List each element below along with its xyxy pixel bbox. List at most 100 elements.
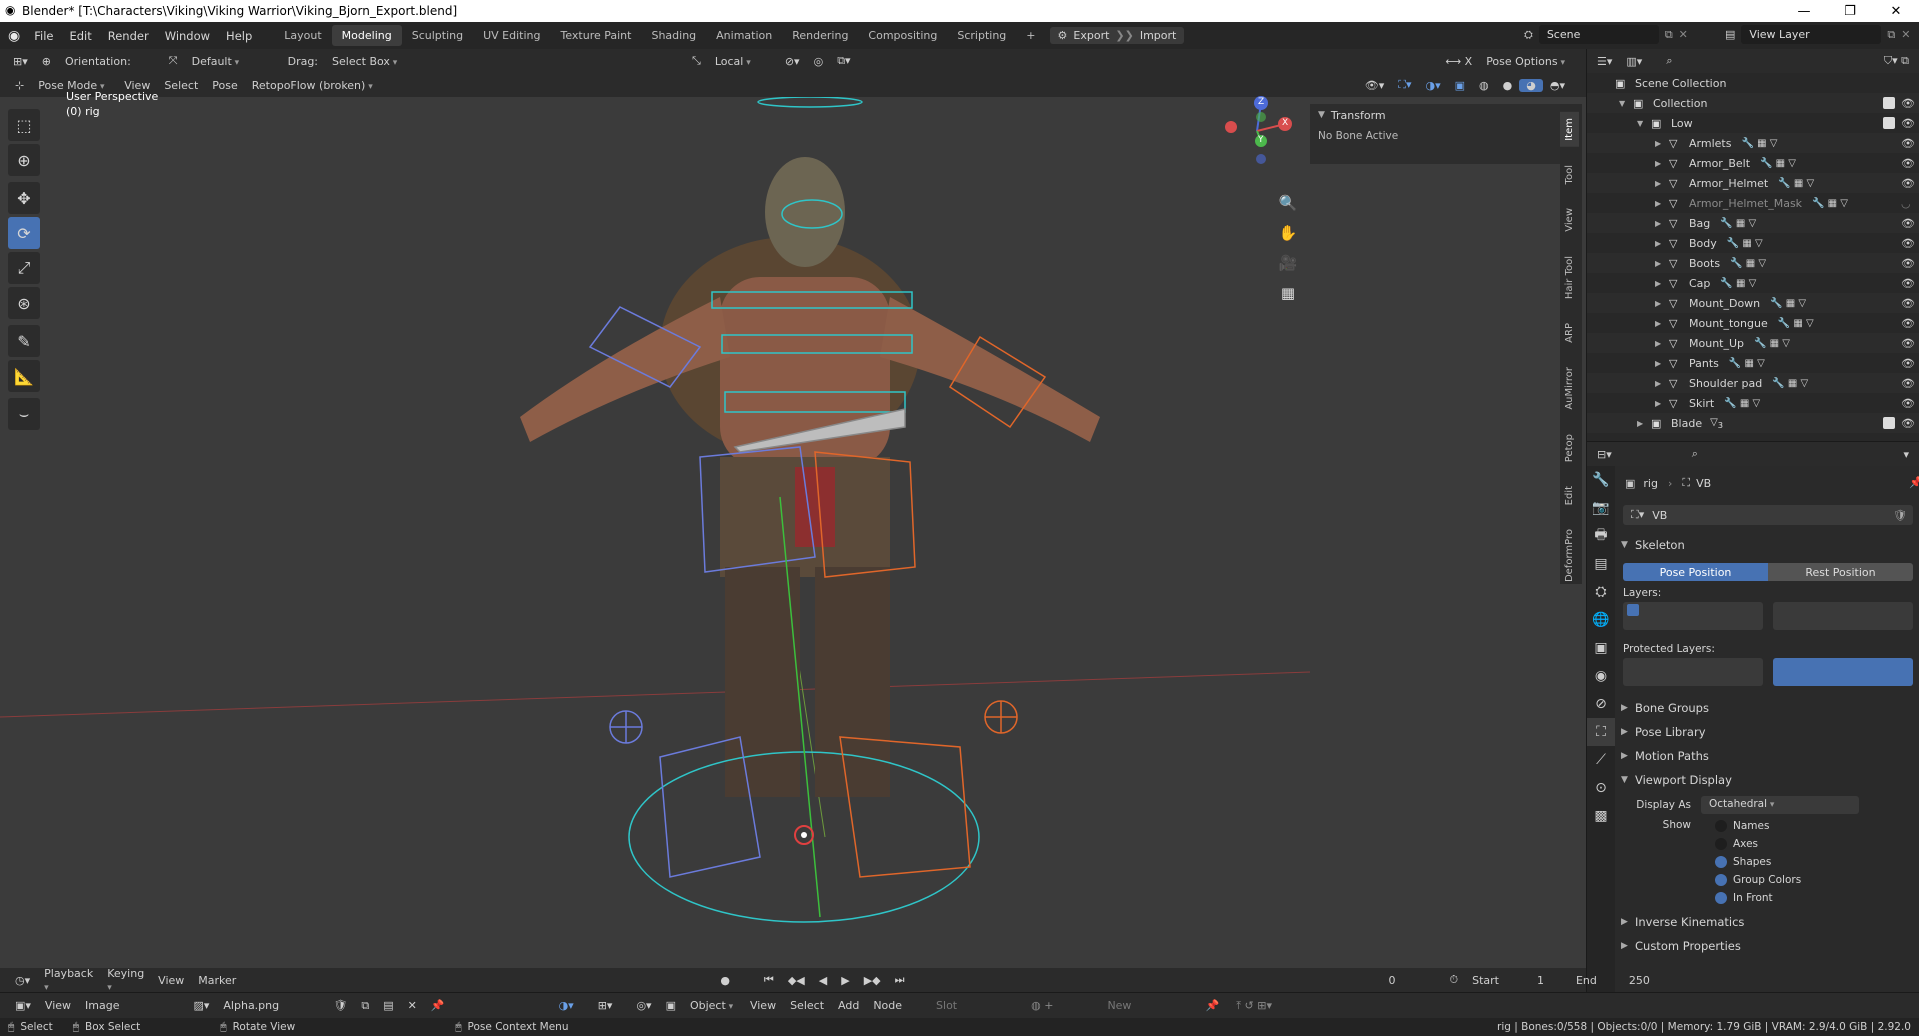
menu-help[interactable]: Help <box>218 29 260 43</box>
tab-compositing[interactable]: Compositing <box>858 25 947 46</box>
expand-arrow-icon[interactable]: ▶ <box>1655 359 1669 368</box>
shader-object-dropdown[interactable]: Object <box>683 999 743 1012</box>
mirror-icon[interactable]: ⟷ X <box>1438 55 1479 68</box>
shader-type-icon[interactable]: ◎▾ <box>629 999 658 1012</box>
expand-arrow-icon[interactable]: ▶ <box>1655 319 1669 328</box>
transform-panel-title[interactable]: Transform <box>1331 109 1386 122</box>
visibility-eye-icon[interactable]: 👁 <box>1901 217 1915 230</box>
pose-options-dropdown[interactable]: Pose Options <box>1479 55 1572 68</box>
object-tab-icon[interactable]: ▣ <box>1587 634 1615 662</box>
show-option-axes[interactable]: Axes <box>1715 835 1905 853</box>
outliner-object-mount-tongue[interactable]: ▶ ▽ Mount_tongue 🔧 ▦ ▽ 👁 <box>1587 313 1919 333</box>
expand-arrow-icon[interactable]: ▶ <box>1655 379 1669 388</box>
world-tab-icon[interactable]: 🌐 <box>1587 606 1615 634</box>
scene-tab-icon[interactable]: ⛭ <box>1587 578 1615 606</box>
overlay-toggle-icon[interactable]: ◑▾ <box>1419 79 1448 92</box>
outliner-scene-collection[interactable]: ▣ Scene Collection <box>1587 73 1919 93</box>
expand-arrow-icon[interactable]: ▶ <box>1655 259 1669 268</box>
rest-position-button[interactable]: Rest Position <box>1768 563 1913 581</box>
layer-bit-active[interactable] <box>1627 604 1639 616</box>
checkbox[interactable] <box>1715 874 1727 886</box>
tab-rendering[interactable]: Rendering <box>782 25 858 46</box>
falloff-icon[interactable]: ⧉▾ <box>830 54 857 68</box>
fake-user-image-icon[interactable]: 🛡 <box>326 999 354 1012</box>
outliner-object-body[interactable]: ▶ ▽ Body 🔧 ▦ ▽ 👁 <box>1587 233 1919 253</box>
pose-position-button[interactable]: Pose Position <box>1623 563 1768 581</box>
armature-data-tab-icon[interactable]: ⛶ <box>1587 718 1615 746</box>
modifier-icons[interactable]: 🔧 ▦ ▽ <box>1778 178 1814 189</box>
display-mode-icon[interactable]: ▥▾ <box>1626 55 1642 68</box>
play-icon[interactable]: ▶ <box>834 974 856 987</box>
rendered-shading-icon[interactable]: ◓▾ <box>1543 79 1572 92</box>
menu-playback[interactable]: Playback <box>37 967 100 993</box>
expand-arrow-icon[interactable]: ▶ <box>1655 339 1669 348</box>
menu-retopoflow[interactable]: RetopoFlow (broken) <box>245 79 380 92</box>
bone-tab-icon[interactable]: ⟋ <box>1587 746 1615 774</box>
orientation-dropdown[interactable]: Default <box>185 55 275 68</box>
expand-arrow-icon[interactable]: ▶ <box>1655 299 1669 308</box>
modifier-icons[interactable]: 🔧 ▦ ▽ <box>1720 218 1756 229</box>
viewport-display-section[interactable]: ▼ Viewport Display <box>1621 768 1913 792</box>
jump-end-icon[interactable]: ⏭ <box>888 973 912 987</box>
add-workspace-icon[interactable]: + <box>1016 25 1045 46</box>
expand-arrow-icon[interactable]: ▼ <box>1619 99 1633 108</box>
show-option-names[interactable]: Names <box>1715 817 1905 835</box>
import-button[interactable]: Import <box>1140 29 1177 42</box>
modifier-icons[interactable]: 🔧 ▦ ▽ <box>1741 138 1777 149</box>
view-layer-selector[interactable]: View Layer <box>1741 25 1882 44</box>
tab-aumirror[interactable]: AuMirror <box>1560 361 1579 416</box>
outliner-object-boots[interactable]: ▶ ▽ Boots 🔧 ▦ ▽ 👁 <box>1587 253 1919 273</box>
remove-scene-icon[interactable]: ✕ <box>1679 28 1688 41</box>
timeline-editor-icon[interactable]: ◷▾ <box>8 974 37 987</box>
modifier-icons[interactable]: 🔧 ▦ ▽ <box>1729 358 1765 369</box>
tab-item[interactable]: Item <box>1560 112 1579 147</box>
expand-arrow-icon[interactable]: ▶ <box>1655 399 1669 408</box>
navigation-gizmo[interactable]: Z X Y <box>1215 91 1295 171</box>
constraints-tab-icon[interactable]: ⊘ <box>1587 690 1615 718</box>
texture-tab-icon[interactable]: ▩ <box>1587 802 1615 830</box>
inverse-kinematics-section[interactable]: ▶ Inverse Kinematics <box>1621 910 1913 934</box>
image-name-field[interactable]: Alpha.png <box>216 999 326 1012</box>
prev-keyframe-icon[interactable]: ◆◀ <box>781 974 812 987</box>
render-tab-icon[interactable]: 📷 <box>1587 494 1615 522</box>
tab-layout[interactable]: Layout <box>274 25 331 46</box>
menu-render[interactable]: Render <box>100 29 157 43</box>
modifier-icons[interactable]: 🔧 ▦ ▽ <box>1754 338 1790 349</box>
pose-library-section[interactable]: ▶ Pose Library <box>1621 720 1913 744</box>
visibility-eye-icon[interactable]: 👁 <box>1901 177 1915 190</box>
tab-animation[interactable]: Animation <box>706 25 782 46</box>
menu-node-select[interactable]: Select <box>783 999 831 1012</box>
visibility-eye-icon[interactable]: 👁 <box>1901 397 1915 410</box>
outliner-object-armor-helmet[interactable]: ▶ ▽ Armor_Helmet 🔧 ▦ ▽ 👁 <box>1587 173 1919 193</box>
material-shading-icon[interactable]: ◕ <box>1519 78 1543 92</box>
visibility-eye-icon[interactable]: 👁 <box>1901 97 1915 110</box>
visibility-eye-icon[interactable]: 👁 <box>1901 157 1915 170</box>
outliner-object-mount-down[interactable]: ▶ ▽ Mount_Down 🔧 ▦ ▽ 👁 <box>1587 293 1919 313</box>
tab-sculpting[interactable]: Sculpting <box>402 25 473 46</box>
shader-editor-icon[interactable]: ⊞▾ <box>591 999 620 1012</box>
tab-petop[interactable]: Petop <box>1560 428 1579 468</box>
visibility-eye-icon[interactable]: 👁 <box>1901 117 1915 130</box>
expand-arrow-icon[interactable]: ▶ <box>1655 199 1669 208</box>
image-editor-icon[interactable]: ▣▾ <box>8 999 38 1012</box>
checkbox[interactable] <box>1715 838 1727 850</box>
node-snap-icon[interactable]: ⤒ ↺ ⊞▾ <box>1229 999 1279 1013</box>
output-tab-icon[interactable]: 🖶 <box>1587 522 1615 550</box>
menu-pose[interactable]: Pose <box>205 79 244 92</box>
checkbox[interactable] <box>1715 856 1727 868</box>
properties-editor-icon[interactable]: ⊟▾ <box>1597 448 1612 461</box>
tab-uv-editing[interactable]: UV Editing <box>473 25 550 46</box>
pin-image-icon[interactable]: 📌 <box>424 999 452 1012</box>
wireframe-shading-icon[interactable]: ◍ <box>1472 79 1496 92</box>
blender-menu-icon[interactable]: ◉ <box>8 28 20 44</box>
visibility-eye-icon[interactable]: 👁 <box>1901 417 1915 430</box>
bone-constraints-tab-icon[interactable]: ⊙ <box>1587 774 1615 802</box>
show-option-in-front[interactable]: In Front <box>1715 889 1905 907</box>
clock-icon[interactable]: ⏱ <box>1443 973 1466 987</box>
scene-selector[interactable]: Scene <box>1538 25 1659 44</box>
expand-arrow-icon[interactable]: ▶ <box>1655 279 1669 288</box>
remove-view-layer-icon[interactable]: ✕ <box>1901 28 1910 41</box>
outliner-object-pants[interactable]: ▶ ▽ Pants 🔧 ▦ ▽ 👁 <box>1587 353 1919 373</box>
editor-type-icon[interactable]: ⊞▾ <box>6 55 35 68</box>
visibility-eye-icon[interactable]: 👁 <box>1901 237 1915 250</box>
